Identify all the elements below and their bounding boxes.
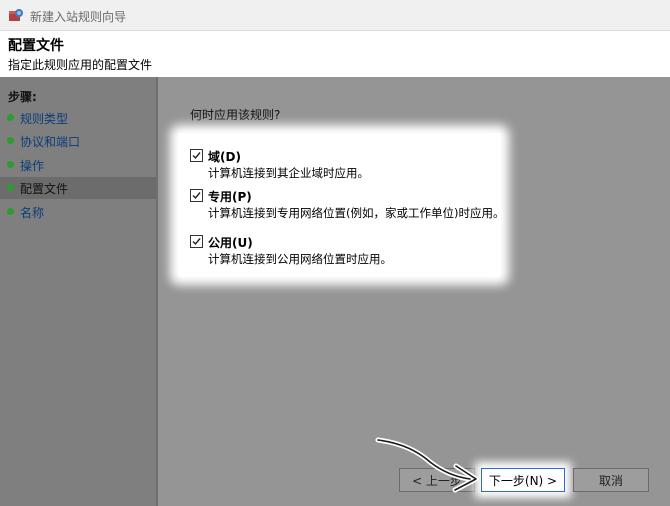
next-button[interactable]: 下一步(N) > <box>481 468 565 492</box>
step-bullet-icon <box>7 114 14 121</box>
step-label: 协议和端口 <box>20 135 81 149</box>
domain-checkbox[interactable] <box>190 149 203 162</box>
check-icon <box>192 152 201 160</box>
firewall-app-icon <box>8 7 24 23</box>
option-name[interactable]: 公用(U) <box>208 234 253 251</box>
step-label: 规则类型 <box>20 112 69 126</box>
public-checkbox[interactable] <box>190 235 203 248</box>
option-description: 计算机连接到公用网络位置时应用。 <box>208 252 392 266</box>
title-bar: 新建入站规则向导 <box>0 0 670 31</box>
check-icon <box>192 192 201 200</box>
step-label: 操作 <box>20 159 45 173</box>
step-profile[interactable]: 配置文件 <box>0 177 156 199</box>
step-bullet-icon <box>7 184 14 191</box>
step-bullet-icon <box>7 137 14 144</box>
step-label: 名称 <box>20 206 45 220</box>
page-title: 配置文件 <box>8 38 64 54</box>
cancel-button[interactable]: 取消 <box>573 468 649 492</box>
step-label: 配置文件 <box>20 182 69 196</box>
question-text: 何时应用该规则? <box>190 108 281 122</box>
step-bullet-icon <box>7 161 14 168</box>
option-name[interactable]: 域(D) <box>208 148 241 165</box>
step-name[interactable]: 名称 <box>0 201 156 223</box>
profile-options: 域(D) 计算机连接到其企业域时应用。 专用(P) 计算机连接到专用网络位置(例… <box>178 133 505 277</box>
option-name[interactable]: 专用(P) <box>208 188 252 205</box>
steps-panel: 步骤: 规则类型 协议和端口 操作 配置文件 名称 <box>0 77 156 506</box>
step-rule-type[interactable]: 规则类型 <box>0 107 156 129</box>
pointer-arrow-icon <box>375 437 479 493</box>
step-action[interactable]: 操作 <box>0 154 156 176</box>
wizard-header: 配置文件 指定此规则应用的配置文件 <box>0 31 670 77</box>
window-title: 新建入站规则向导 <box>30 10 127 24</box>
step-protocol-ports[interactable]: 协议和端口 <box>0 130 156 152</box>
page-subtitle: 指定此规则应用的配置文件 <box>8 58 153 72</box>
option-description: 计算机连接到专用网络位置(例如，家或工作单位)时应用。 <box>208 206 505 220</box>
option-description: 计算机连接到其企业域时应用。 <box>208 166 369 180</box>
private-checkbox[interactable] <box>190 189 203 202</box>
step-bullet-icon <box>7 208 14 215</box>
steps-title: 步骤: <box>8 90 37 104</box>
check-icon <box>192 238 201 246</box>
